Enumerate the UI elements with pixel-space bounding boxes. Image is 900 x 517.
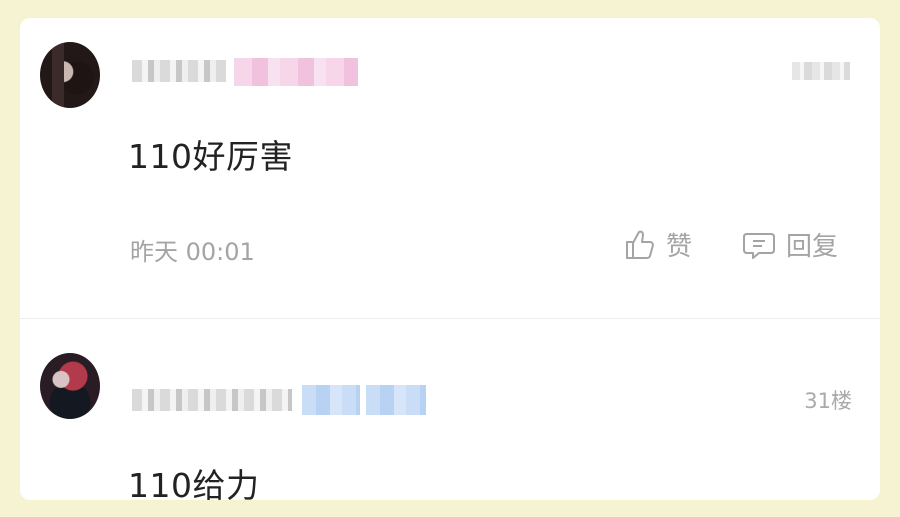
level-badge-pixelated	[234, 58, 358, 86]
comment-item: 110好厉害 昨天 00:01 赞 回复	[20, 18, 880, 318]
like-label: 赞	[666, 232, 693, 262]
avatar[interactable]	[40, 42, 100, 108]
comment-list: 110好厉害 昨天 00:01 赞 回复 31楼 110给力	[20, 18, 880, 500]
comment-text: 110好厉害	[128, 137, 293, 176]
avatar[interactable]	[40, 353, 100, 419]
floor-number: 31楼	[804, 389, 852, 413]
comment-bubble-icon	[743, 232, 775, 259]
username-pixelated[interactable]	[132, 60, 226, 82]
comment-text: 110给力	[128, 466, 260, 500]
title-badge-pixelated	[366, 385, 426, 415]
reply-button[interactable]: 回复	[742, 226, 838, 263]
like-button[interactable]: 赞	[622, 226, 692, 263]
reply-label: 回复	[786, 232, 839, 262]
comment-item: 31楼 110给力	[20, 319, 880, 500]
thumbs-up-icon	[626, 230, 654, 259]
floor-number-pixelated	[792, 62, 850, 80]
comment-time: 昨天 00:01	[130, 238, 255, 266]
username-pixelated[interactable]	[132, 389, 292, 411]
level-badge-pixelated	[302, 385, 360, 415]
